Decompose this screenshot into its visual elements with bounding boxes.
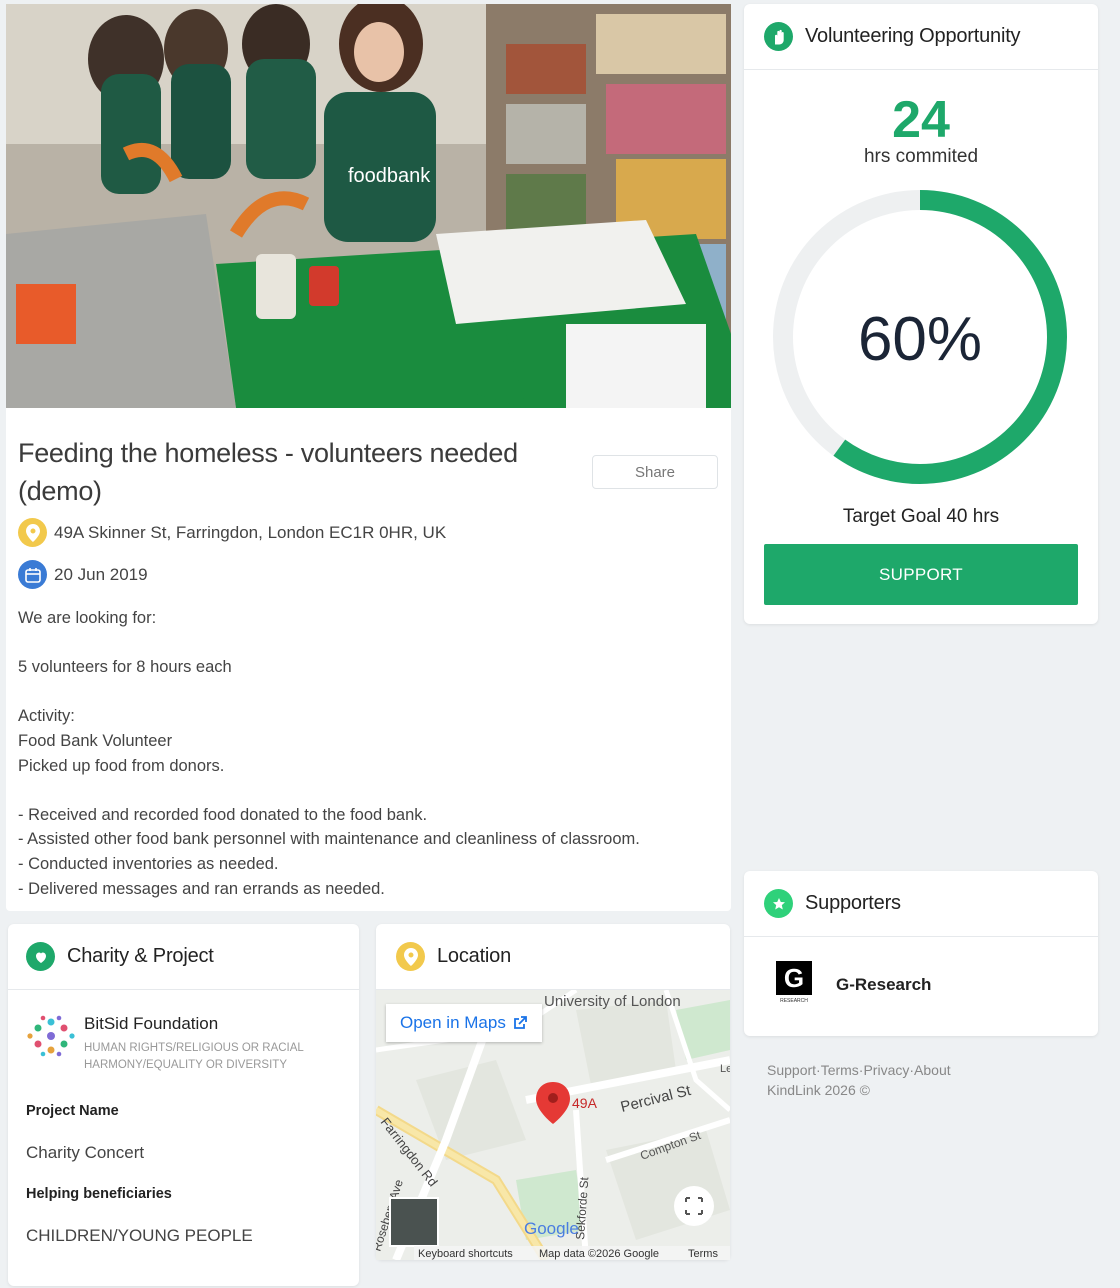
map-satellite-toggle[interactable] — [389, 1197, 439, 1247]
location-map[interactable]: University of London Percival St Compton… — [376, 990, 730, 1260]
map-pin-icon — [18, 518, 47, 547]
charity-card-header: Charity & Project — [8, 924, 359, 990]
project-name-label: Project Name — [26, 1103, 119, 1119]
g-research-logo: G RESEARCH — [774, 961, 814, 1009]
event-date: 20 Jun 2019 — [54, 564, 148, 584]
supporters-card-header: Supporters — [744, 871, 1098, 937]
volunteering-card: Volunteering Opportunity 24 hrs commited… — [744, 4, 1098, 624]
map-label-university: University of London — [544, 993, 681, 1010]
g-research-logo-mark: G — [776, 961, 812, 995]
charity-title: Charity & Project — [67, 945, 214, 967]
hours-committed-label: hrs commited — [863, 146, 979, 167]
apron-text: foodbank — [348, 165, 431, 187]
calendar-icon — [18, 560, 47, 589]
share-button[interactable]: Share — [592, 455, 718, 489]
location-title: Location — [437, 945, 512, 967]
beneficiaries-label: Helping beneficiaries — [26, 1186, 172, 1202]
supporters-card: Supporters G RESEARCH G-Research — [744, 871, 1098, 1036]
event-hero-image: foodbank — [6, 4, 731, 408]
google-logo: Google — [524, 1219, 579, 1238]
open-in-maps-label: Open in Maps — [400, 1013, 506, 1032]
target-goal: Target Goal 40 hrs — [842, 506, 1000, 527]
fullscreen-icon[interactable] — [674, 1186, 714, 1226]
bitsid-logo — [27, 1015, 75, 1057]
charity-category: HUMAN RIGHTS/RELIGIOUS OR RACIAL HARMONY… — [84, 1042, 304, 1071]
progress-ring: 60% — [773, 190, 1067, 484]
hand-heart-icon — [764, 22, 793, 51]
event-card: foodbank Feeding the homeless - voluntee… — [6, 4, 731, 911]
map-data-label: Map data ©2026 Google — [539, 1248, 659, 1260]
location-card: Location University of London Percival S… — [376, 924, 730, 1260]
event-address-row: 49A Skinner St, Farringdon, London EC1R … — [18, 518, 446, 547]
supporters-title: Supporters — [805, 892, 901, 914]
support-button[interactable]: SUPPORT — [764, 544, 1078, 605]
keyboard-shortcuts-link[interactable]: Keyboard shortcuts — [418, 1248, 513, 1260]
beneficiaries: CHILDREN/YOUNG PEOPLE — [26, 1226, 253, 1245]
event-description: We are looking for: 5 volunteers for 8 h… — [18, 609, 640, 898]
progress-percent: 60% — [858, 305, 982, 374]
event-address: 49A Skinner St, Farringdon, London EC1R … — [54, 522, 447, 542]
supporter-name[interactable]: G-Research — [836, 975, 931, 995]
map-terms-link[interactable]: Terms — [688, 1248, 718, 1260]
project-name: Charity Concert — [26, 1143, 145, 1162]
charity-name[interactable]: BitSid Foundation — [84, 1014, 319, 1034]
supporter-item[interactable]: G RESEARCH G-Research — [774, 961, 931, 1009]
external-link-icon — [513, 1016, 527, 1029]
map-pin-icon — [396, 942, 425, 971]
location-card-header: Location — [376, 924, 730, 990]
foodbank-photo: foodbank — [6, 4, 731, 408]
charity-card: Charity & Project BitSid Foundation HUMA… — [8, 924, 359, 1286]
open-in-maps-link[interactable]: Open in Maps — [386, 1004, 542, 1042]
footer-copyright: KindLink 2026 © — [767, 1082, 870, 1098]
charity-org[interactable]: BitSid Foundation HUMAN RIGHTS/RELIGIOUS… — [26, 1012, 319, 1074]
g-research-logo-caption: RESEARCH — [780, 998, 808, 1004]
event-title: Feeding the homeless - volunteers needed… — [18, 438, 518, 506]
volunteering-card-header: Volunteering Opportunity — [744, 4, 1098, 70]
hours-committed-value: 24 — [892, 91, 950, 149]
footer-links[interactable]: Support·Terms·Privacy·About — [767, 1062, 951, 1078]
star-icon — [764, 889, 793, 918]
volunteering-title: Volunteering Opportunity — [805, 25, 1021, 47]
event-date-row: 20 Jun 2019 — [18, 560, 148, 589]
charity-leaf-icon — [26, 942, 55, 971]
map-label-le: Le — [720, 1063, 730, 1075]
map-pin-label: 49A — [572, 1095, 598, 1111]
